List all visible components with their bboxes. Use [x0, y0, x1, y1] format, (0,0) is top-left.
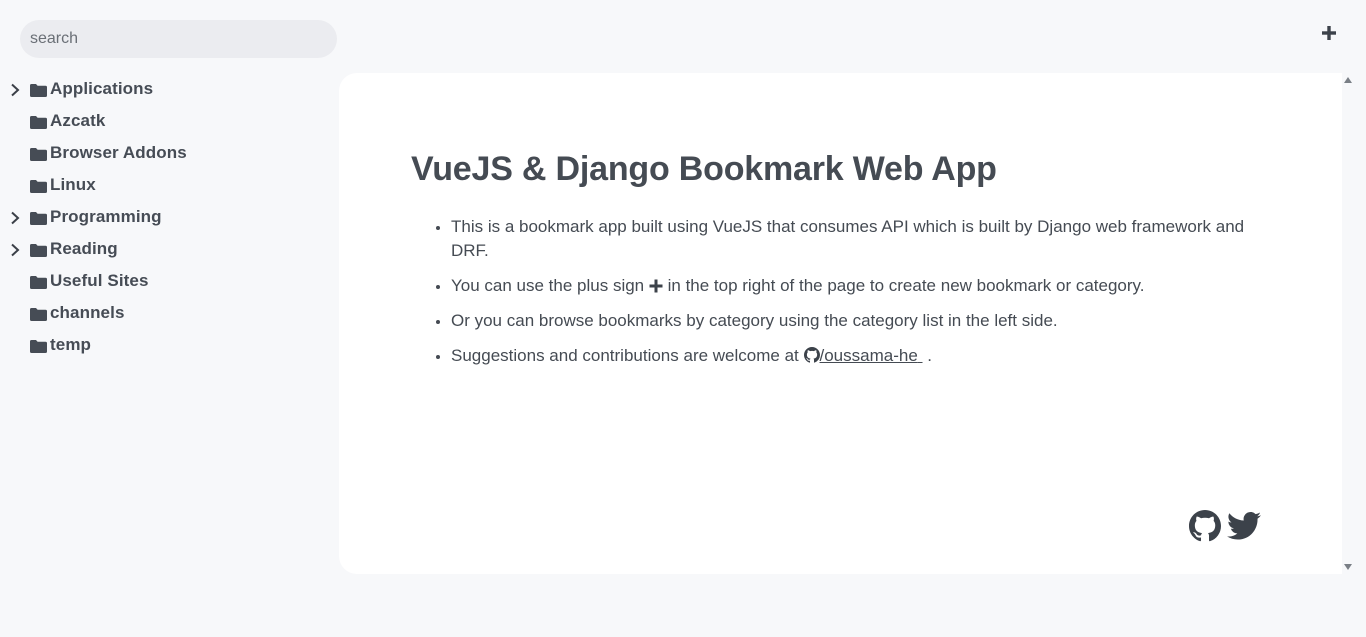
folder-icon	[30, 84, 47, 97]
sidebar-item-label: channels	[50, 303, 125, 322]
folder-icon	[30, 148, 47, 161]
list-item: This is a bookmark app built using VueJS…	[451, 215, 1271, 263]
list-item: Suggestions and contributions are welcom…	[451, 344, 1271, 368]
intro-card: VueJS & Django Bookmark Web App This is …	[339, 73, 1342, 574]
scroll-down-arrow-icon[interactable]	[1344, 564, 1352, 570]
sidebar-item-label: Reading	[50, 239, 118, 258]
list-item: Or you can browse bookmarks by category …	[451, 309, 1271, 333]
sidebar-item-applications[interactable]: Applications	[0, 74, 338, 106]
sidebar-item-programming[interactable]: Programming	[0, 202, 338, 234]
folder-icon	[30, 212, 47, 225]
sidebar-item-azcatk[interactable]: Azcatk	[0, 106, 338, 138]
chevron-right-icon[interactable]	[8, 83, 22, 97]
folder-icon	[30, 180, 47, 193]
github-profile-link[interactable]: /oussama-he	[803, 346, 923, 365]
folder-icon	[30, 340, 47, 353]
plus-icon[interactable]	[1318, 22, 1340, 44]
sidebar-item-label: Programming	[50, 207, 162, 226]
intro-text-3: Or you can browse bookmarks by category …	[451, 311, 1058, 330]
sidebar-item-label: temp	[50, 335, 92, 354]
sidebar: Applications Azcatk Browser Addons Linux…	[0, 0, 338, 637]
sidebar-item-useful-sites[interactable]: Useful Sites	[0, 266, 338, 298]
list-item: You can use the plus sign in the top rig…	[451, 274, 1271, 298]
page-title: VueJS & Django Bookmark Web App	[411, 150, 997, 188]
sidebar-item-label: Applications	[50, 79, 154, 98]
scrollbar[interactable]	[1342, 73, 1354, 574]
sidebar-item-reading[interactable]: Reading	[0, 234, 338, 266]
github-link-text: /oussama-he	[819, 346, 918, 365]
sidebar-item-browser-addons[interactable]: Browser Addons	[0, 138, 338, 170]
sidebar-item-label: Azcatk	[50, 111, 106, 130]
folder-icon	[30, 116, 47, 129]
github-icon[interactable]	[1189, 510, 1221, 542]
folder-icon	[30, 244, 47, 257]
twitter-icon[interactable]	[1227, 511, 1261, 541]
intro-text-2b: in the top right of the page to create n…	[667, 276, 1145, 295]
category-list: Applications Azcatk Browser Addons Linux…	[0, 74, 338, 362]
search-input[interactable]	[20, 20, 337, 58]
intro-text-4a: Suggestions and contributions are welcom…	[451, 346, 799, 365]
intro-text-1: This is a bookmark app built using VueJS…	[451, 217, 1245, 260]
folder-icon	[30, 308, 47, 321]
folder-icon	[30, 276, 47, 289]
scroll-up-arrow-icon[interactable]	[1344, 77, 1352, 83]
sidebar-item-label: Useful Sites	[50, 271, 149, 290]
sidebar-item-temp[interactable]: temp	[0, 330, 338, 362]
sidebar-item-channels[interactable]: channels	[0, 298, 338, 330]
github-icon	[803, 347, 820, 363]
chevron-right-icon[interactable]	[8, 211, 22, 225]
intro-text-2a: You can use the plus sign	[451, 276, 645, 295]
sidebar-item-linux[interactable]: Linux	[0, 170, 338, 202]
intro-text-4b: .	[927, 346, 932, 365]
chevron-right-icon[interactable]	[8, 243, 22, 257]
social-links	[1189, 510, 1263, 542]
plus-icon	[649, 279, 663, 293]
intro-list: This is a bookmark app built using VueJS…	[451, 215, 1271, 379]
sidebar-item-label: Browser Addons	[50, 143, 187, 162]
sidebar-item-label: Linux	[50, 175, 96, 194]
